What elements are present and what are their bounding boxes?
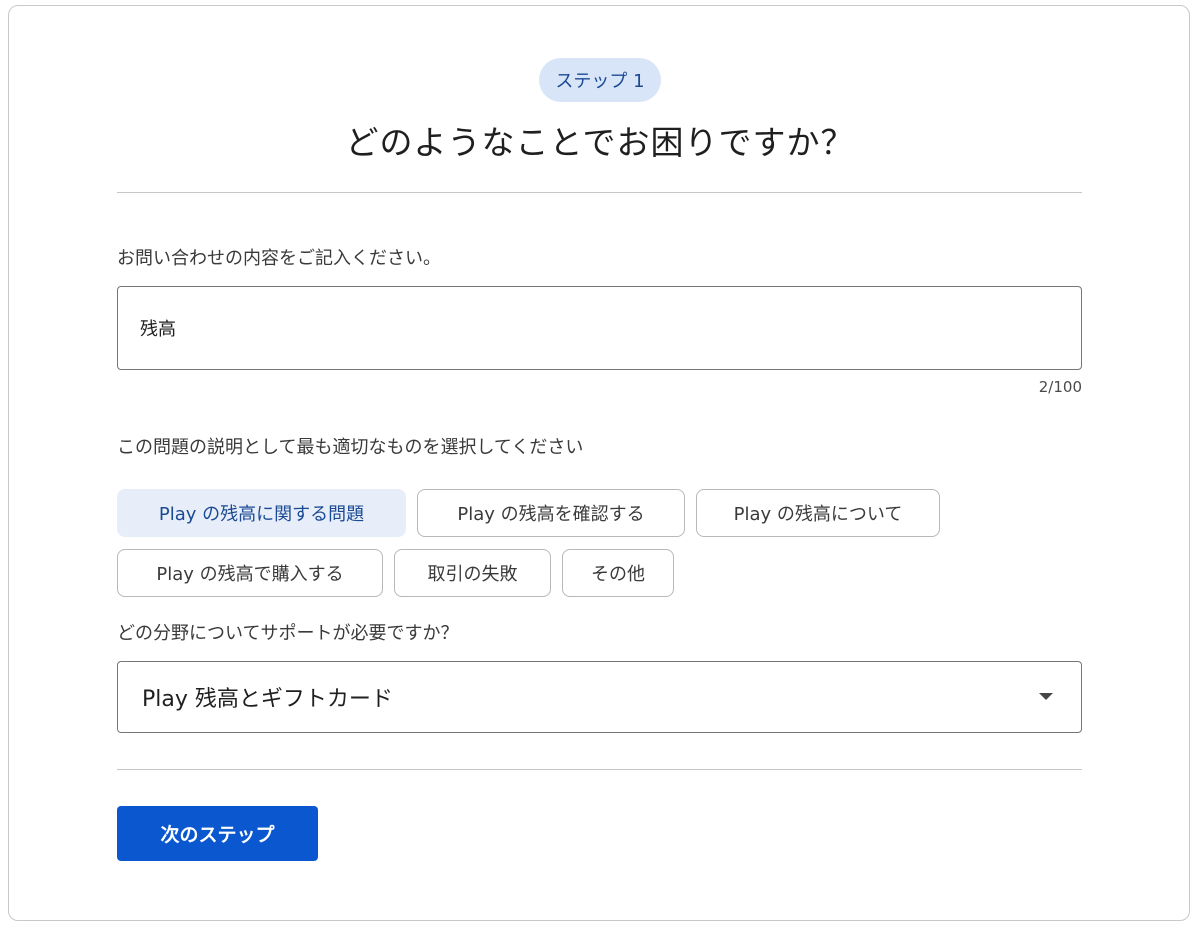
issue-chip-about-balance[interactable]: Play の残高について [696, 489, 940, 537]
issue-chip-balance-problem[interactable]: Play の残高に関する問題 [117, 489, 406, 537]
support-area-selected-value: Play 残高とギフトカード [142, 687, 393, 712]
issue-type-question-label: この問題の説明として最も適切なものを選択してください [117, 437, 584, 458]
step-badge: ステップ 1 [539, 58, 661, 102]
character-counter: 2/100 [1038, 378, 1082, 396]
chevron-down-icon [1039, 693, 1053, 700]
description-input-value: 残高 [140, 319, 176, 340]
description-question-label: お問い合わせの内容をご記入ください。 [117, 248, 441, 269]
top-divider [117, 192, 1082, 193]
page-title: どのようなことでお困りですか？ [345, 123, 855, 162]
bottom-divider [117, 769, 1082, 770]
support-area-question-label: どの分野についてサポートが必要ですか？ [117, 623, 459, 644]
issue-chip-other[interactable]: その他 [562, 549, 674, 597]
support-area-select[interactable]: Play 残高とギフトカード [117, 661, 1082, 733]
issue-chip-purchase-with-balance[interactable]: Play の残高で購入する [117, 549, 383, 597]
next-step-button[interactable]: 次のステップ [117, 806, 318, 861]
issue-chip-failed-transaction[interactable]: 取引の失敗 [394, 549, 551, 597]
description-input[interactable]: 残高 [117, 286, 1082, 370]
issue-chip-check-balance[interactable]: Play の残高を確認する [417, 489, 685, 537]
